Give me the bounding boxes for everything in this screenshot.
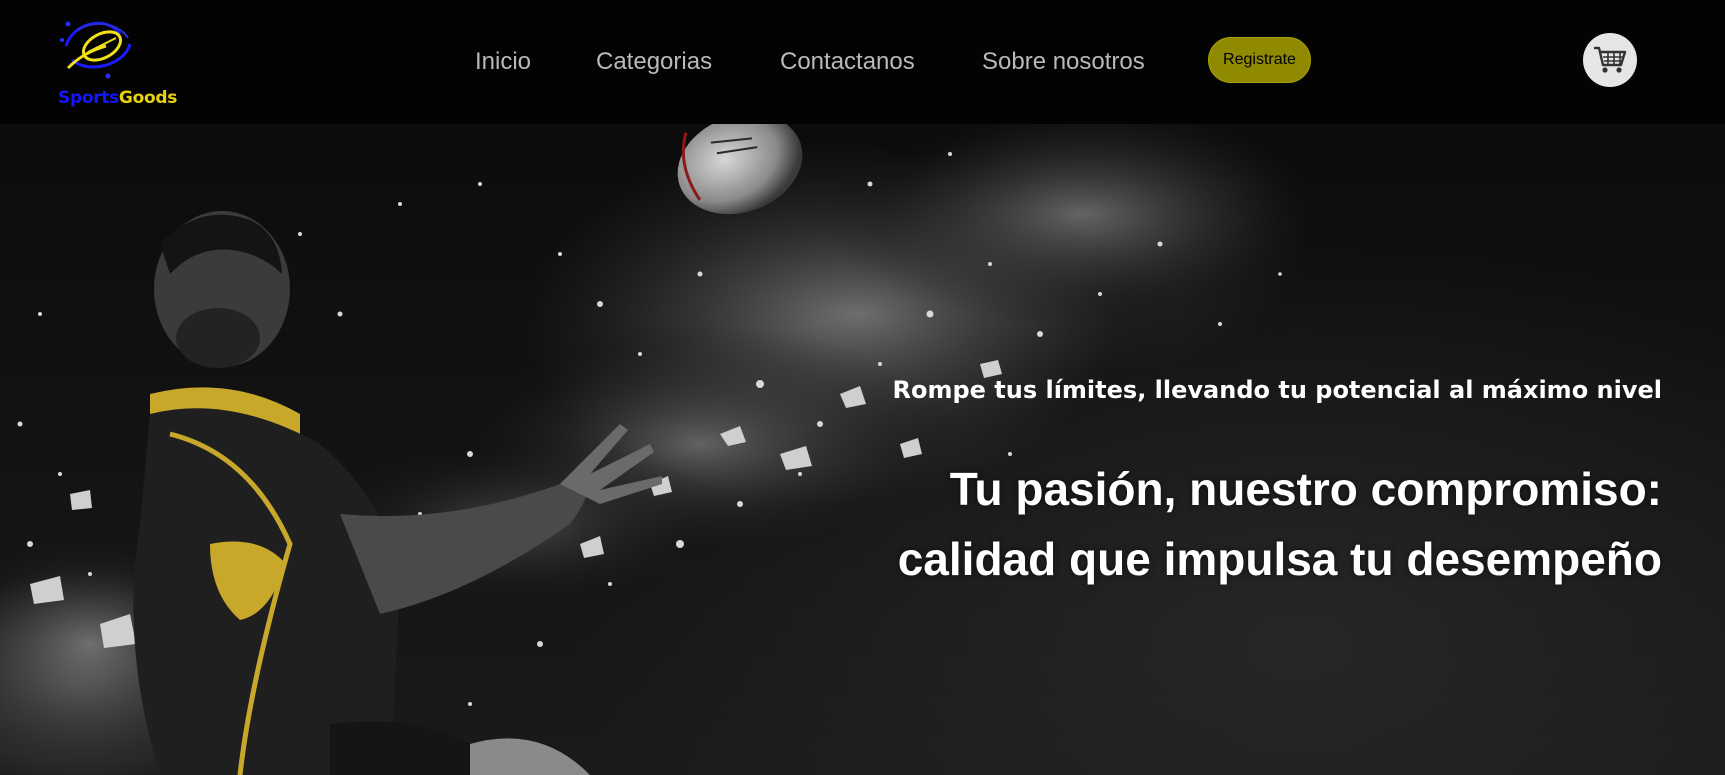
register-button[interactable]: Registrate — [1208, 37, 1311, 83]
hero-banner: Rompe tus límites, llevando tu potencial… — [0, 124, 1725, 775]
page: SportsGoods Inicio Categorias Contactano… — [0, 0, 1725, 775]
cart-button[interactable] — [1583, 33, 1637, 87]
hero-title: Tu pasión, nuestro compromiso: calidad q… — [898, 454, 1662, 594]
hero-subtitle: Rompe tus límites, llevando tu potencial… — [892, 376, 1662, 404]
nav-link-sobre-nosotros[interactable]: Sobre nosotros — [982, 48, 1145, 76]
navbar: SportsGoods Inicio Categorias Contactano… — [0, 0, 1725, 124]
hero-title-line2: calidad que impulsa tu desempeño — [897, 533, 1662, 585]
hero-image — [0, 124, 1340, 775]
nav-link-inicio[interactable]: Inicio — [475, 48, 531, 76]
nav-link-categorias[interactable]: Categorias — [596, 48, 712, 76]
shopping-cart-icon — [1594, 46, 1627, 73]
hero-title-line1: Tu pasión, nuestro compromiso: — [949, 463, 1662, 515]
main-nav: Inicio Categorias Contactanos Sobre noso… — [0, 0, 1725, 124]
nav-link-contactanos[interactable]: Contactanos — [780, 48, 915, 76]
